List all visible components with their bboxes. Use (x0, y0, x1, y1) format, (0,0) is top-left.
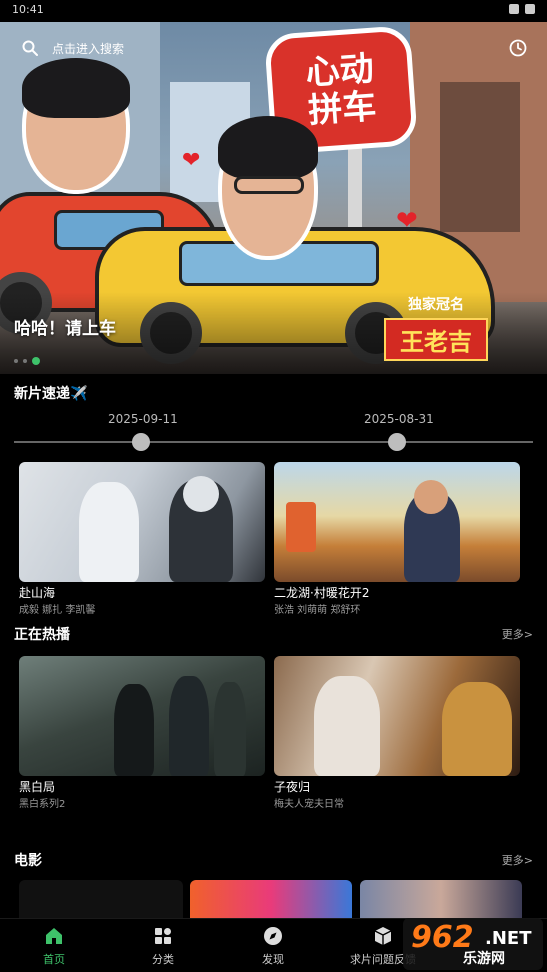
card-title: 二龙湖·村暖花开2 (274, 586, 370, 600)
trending-card[interactable]: 子夜归 梅夫人宠夫日常 (274, 656, 520, 810)
new-releases-title: 新片速递✈️ (14, 386, 88, 402)
figure (286, 502, 316, 552)
timeline-line (14, 441, 533, 443)
heart-icon: ❤ (182, 148, 201, 173)
sponsor-label: 独家冠名 (408, 297, 464, 313)
figure (114, 684, 154, 776)
site-watermark: 962 .NET 乐游网 (403, 918, 543, 970)
nav-home[interactable]: 首页 (4, 925, 104, 967)
watermark-text: 乐游网 (463, 951, 505, 967)
card-cast: 张浩 刘萌萌 郑舒环 (274, 605, 361, 616)
hero-banner[interactable]: 心动拼车 ❤ ❤ 独家冠名 王老吉 哈哈！请上车 (0, 22, 547, 374)
poster-image (274, 656, 520, 776)
trending-more-link[interactable]: 更多> (502, 626, 533, 642)
movies-title: 电影 (14, 853, 42, 869)
glasses (234, 176, 304, 194)
movies-more-link[interactable]: 更多> (502, 852, 533, 868)
banner-building (440, 82, 520, 232)
host-face (22, 58, 130, 194)
nav-discover[interactable]: 发现 (223, 925, 323, 967)
figure (183, 476, 219, 512)
card-title: 赴山海 (19, 586, 56, 600)
category-icon (155, 928, 171, 944)
card-cast: 成毅 娜扎 李凯馨 (19, 605, 96, 616)
movie-card[interactable] (19, 880, 183, 920)
sponsor-badge: 独家冠名 王老吉 (384, 294, 488, 364)
sponsor-brand: 王老吉 (384, 318, 488, 361)
host-face (218, 116, 318, 260)
wifi-icon (509, 4, 519, 14)
compass-icon (264, 927, 282, 945)
new-release-card[interactable]: 赴山海 成毅 娜扎 李凯馨 (19, 462, 265, 616)
figure (169, 676, 209, 776)
pagination-dot-active (32, 357, 40, 365)
nav-category[interactable]: 分类 (113, 925, 213, 967)
status-bar: 10:41 (0, 0, 547, 22)
timeline-date[interactable]: 2025-08-31 (364, 412, 434, 426)
figure (414, 480, 448, 514)
figure (314, 676, 380, 776)
poster-image (19, 462, 265, 582)
system-icons (509, 4, 535, 14)
figure (442, 682, 512, 776)
card-title: 子夜归 (274, 780, 311, 794)
host-hair (218, 116, 318, 180)
new-release-card[interactable]: 二龙湖·村暖花开2 张浩 刘萌萌 郑舒环 (274, 462, 520, 616)
status-time: 10:41 (12, 3, 44, 16)
trending-card[interactable]: 黑白局 黑白系列2 (19, 656, 265, 810)
pagination-dot (23, 359, 27, 363)
movie-card[interactable] (360, 880, 522, 920)
heart-icon: ❤ (396, 206, 418, 236)
trending-title: 正在热播 (14, 627, 70, 643)
watermark-suffix: .NET (485, 928, 532, 949)
search-icon[interactable] (22, 40, 38, 56)
release-timeline[interactable]: 2025-09-11 2025-08-31 (14, 408, 533, 452)
figure (79, 482, 139, 582)
banner-caption: 哈哈！请上车 (14, 319, 116, 339)
movie-card[interactable] (190, 880, 352, 920)
home-icon (46, 928, 62, 944)
nav-label: 发现 (262, 953, 284, 966)
pagination-dot (14, 359, 18, 363)
card-sub: 黑白系列2 (19, 799, 66, 810)
figure (214, 682, 246, 776)
card-title: 黑白局 (19, 780, 56, 794)
nav-label: 首页 (43, 953, 65, 966)
nav-label: 分类 (152, 953, 174, 966)
poster-image (274, 462, 520, 582)
card-sub: 梅夫人宠夫日常 (274, 799, 344, 810)
box-icon (374, 927, 392, 945)
timeline-knob[interactable] (388, 433, 406, 451)
battery-icon (525, 4, 535, 14)
search-input[interactable]: 点击进入搜索 (52, 40, 124, 57)
timeline-knob[interactable] (132, 433, 150, 451)
poster-image (19, 656, 265, 776)
timeline-date[interactable]: 2025-09-11 (108, 412, 178, 426)
search-bar[interactable]: 点击进入搜索 (0, 22, 547, 72)
history-icon[interactable] (509, 39, 527, 57)
banner-pagination (14, 357, 40, 365)
